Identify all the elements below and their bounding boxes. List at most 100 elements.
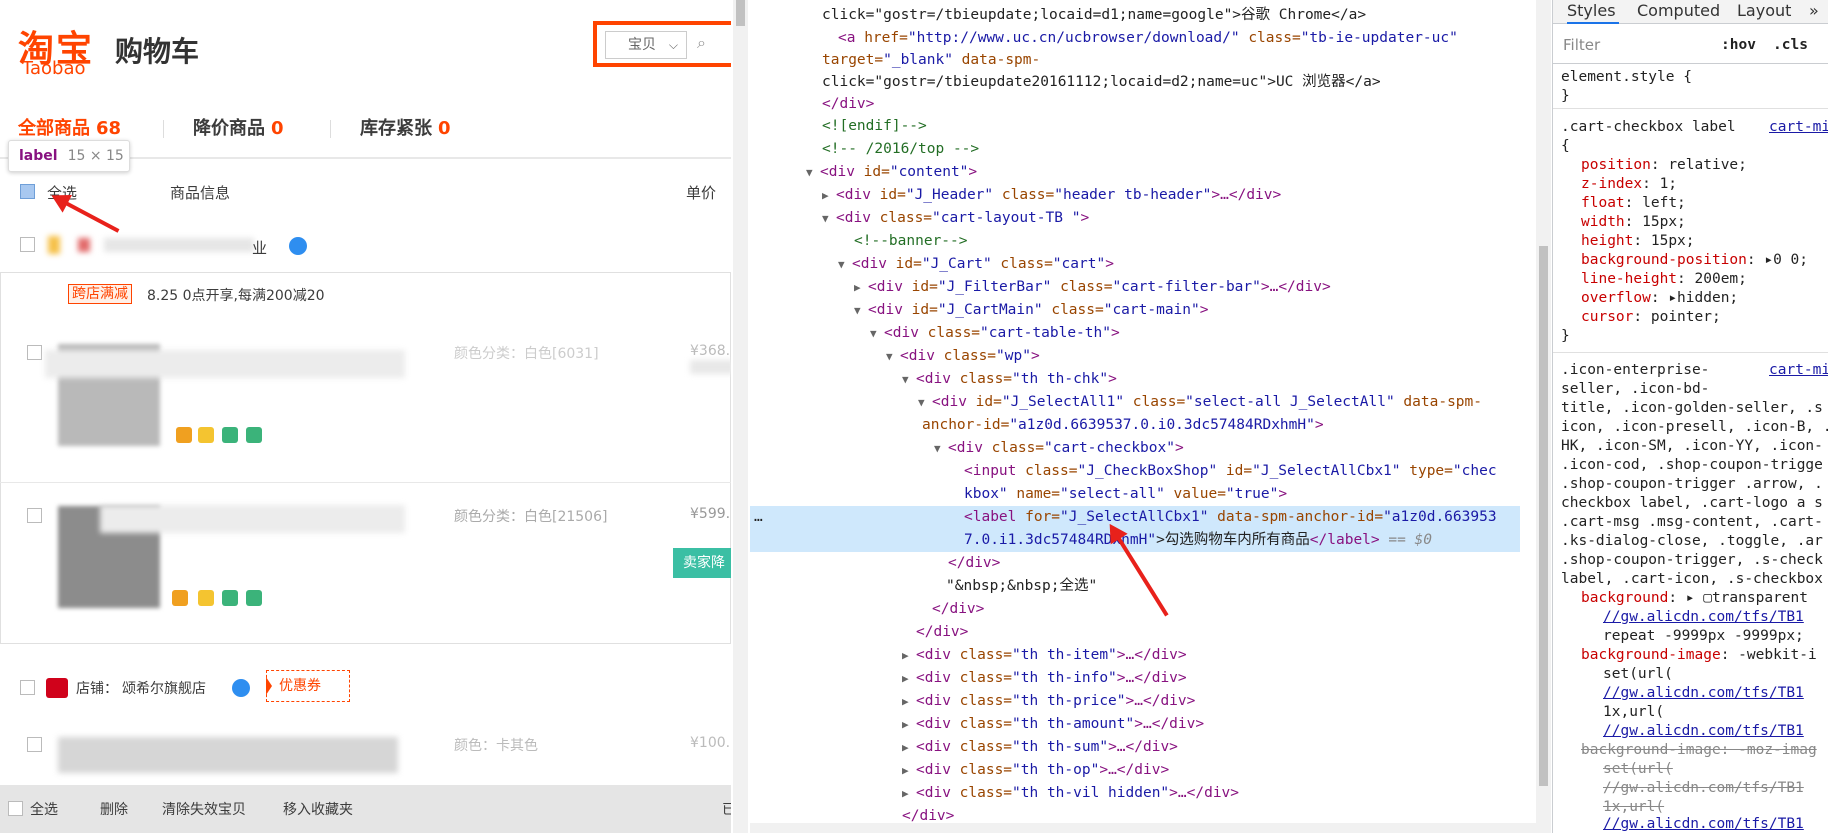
dom-line[interactable]: ▶ <div class="th th-vil hidden">…</div> [750,782,1520,805]
style-prop-background[interactable]: background: ▸ ▢transparent [1581,589,1808,608]
rule-selector-line[interactable]: .ks-dialog-close, .toggle, .ar [1561,532,1823,551]
select-all-checkbox[interactable] [20,184,35,199]
style-prop-overridden[interactable]: background-image: -moz-imag [1581,741,1817,760]
rule-selector-line[interactable]: checkbox label, .cart-logo a s [1561,494,1823,513]
dom-line[interactable]: ▶ <div class="th th-info">…</div> [750,667,1520,690]
rule-selector-line[interactable]: HK, .icon-SM, .icon-YY, .icon- [1561,437,1823,456]
item-checkbox[interactable] [27,737,42,752]
item-title-blurred[interactable] [100,505,405,533]
expand-triangle-icon[interactable]: ▶ [902,713,916,736]
dom-line[interactable]: ▶ <div class="th th-item">…</div> [750,644,1520,667]
move-to-favorites-button[interactable]: 移入收藏夹 [283,799,353,819]
page-scrollbar[interactable] [733,0,748,833]
dom-line[interactable]: ▼ <div id="J_SelectAll1" class="select-al… [750,391,1520,414]
rule-selector-line[interactable]: icon, .icon-presell, .icon-B, . [1561,418,1828,437]
page-scrollbar-thumb[interactable] [736,0,745,26]
collapse-triangle-icon[interactable]: ▼ [902,368,916,391]
collapse-triangle-icon[interactable]: ▼ [934,437,948,460]
expand-triangle-icon[interactable]: ▶ [902,759,916,782]
rule-selector-line[interactable]: .cart-msg .msg-content, .cart- [1561,513,1823,532]
style-prop-z-index[interactable]: z-index: 1; [1581,175,1677,194]
style-prop-float[interactable]: float: left; [1581,194,1686,213]
tab-layout[interactable]: Layout [1737,0,1791,24]
tab-computed[interactable]: Computed [1637,0,1720,24]
search-type-select[interactable]: 宝贝 ⌵ [605,31,687,59]
item-title-blurred[interactable] [58,737,398,773]
item-checkbox[interactable] [27,345,42,360]
ellipsis-icon[interactable]: … [750,506,780,529]
class-toggle[interactable]: .cls [1773,36,1808,55]
dom-line[interactable]: ▶ <div class="th th-op">…</div> [750,759,1520,782]
collapse-triangle-icon[interactable]: ▼ [918,391,932,414]
dom-line[interactable]: <a href="http://www.uc.cn/ucbrowser/down… [750,27,1520,50]
rule-selector-line[interactable]: .icon-cod, .shop-coupon-trigge [1561,456,1823,475]
style-prop-position[interactable]: position: relative; [1581,156,1747,175]
style-prop-background-position[interactable]: background-position: ▸0 0; [1581,251,1808,270]
style-prop-overflow[interactable]: overflow: ▸hidden; [1581,289,1738,308]
dom-line[interactable]: <input class="J_CheckBoxShop" id="J_Sele… [750,460,1520,483]
style-prop-background-image[interactable]: background-image: -webkit-i [1581,646,1817,665]
dom-line[interactable]: target="_blank" data-spm- [750,49,1520,72]
expand-triangle-icon[interactable]: ▶ [902,782,916,805]
dom-line[interactable]: </div> [750,621,1520,644]
expand-triangle-icon[interactable]: ▶ [902,690,916,713]
dom-line[interactable]: ▼ <div id="J_CartMain" class="cart-main"> [750,299,1520,322]
expand-triangle-icon[interactable]: ▶ [822,184,836,207]
collapse-triangle-icon[interactable]: ▼ [822,207,836,230]
delete-button[interactable]: 删除 [100,799,128,819]
hover-state-toggle[interactable]: :hov [1721,36,1756,55]
chat-icon[interactable] [289,237,307,255]
footer-select-all[interactable]: 全选 [30,799,58,819]
rule-source-link[interactable]: cart-mi [1769,361,1828,380]
search-icon[interactable]: ⌕ [697,33,706,53]
shop-checkbox[interactable] [20,237,35,252]
dom-line[interactable]: ▶ <div class="th th-amount">…</div> [750,713,1520,736]
rule-selector-line[interactable]: label, .cart-icon, .s-checkbox [1561,570,1823,589]
url-link[interactable]: //gw.alicdn.com/tfs/TB1 [1603,608,1804,627]
url-link[interactable]: //gw.alicdn.com/tfs/TB1 [1603,722,1804,741]
dom-line[interactable]: ▼ <div class="th th-chk"> [750,368,1520,391]
rule-source-link[interactable]: cart-mi [1769,118,1828,137]
dom-line[interactable]: ▶ <div class="th th-price">…</div> [750,690,1520,713]
rule-selector[interactable]: .cart-checkbox label [1561,118,1736,137]
dom-line[interactable]: click="gostr=/tbieupdate;locaid=d1;name=… [750,4,1520,27]
dom-line[interactable]: ▶ <div class="th th-sum">…</div> [750,736,1520,759]
collapse-triangle-icon[interactable]: ▼ [886,345,900,368]
item-title-blurred[interactable] [45,350,405,378]
more-tabs-icon[interactable]: » [1809,0,1819,24]
filter-input[interactable]: Filter [1563,36,1600,55]
dom-line-selected[interactable]: 7.0.i1.3dc57484RDxhmH">勾选购物车内所有商品</label… [750,529,1520,552]
footer-select-all-checkbox[interactable] [8,801,23,816]
elements-hscrollbar[interactable] [750,823,1536,833]
url-link[interactable]: //gw.alicdn.com/tfs/TB1 [1603,779,1804,798]
coupon-button[interactable]: 优惠券 [266,670,350,702]
elements-scrollbar-thumb[interactable] [1539,246,1548,786]
tab-price-drop[interactable]: 降价商品 0 [193,115,284,159]
dom-line-selected[interactable]: <label for="J_SelectAllCbx1" data-spm-an… [750,506,1520,529]
dom-line[interactable]: "&nbsp;&nbsp;全选" [750,575,1520,598]
dom-line[interactable]: kbox" name="select-all" value="true"> [750,483,1520,506]
style-prop-height[interactable]: height: 15px; [1581,232,1695,251]
dom-line[interactable]: ▼ <div class="cart-table-th"> [750,322,1520,345]
expand-triangle-icon[interactable]: ▶ [902,667,916,690]
shop-checkbox[interactable] [20,680,35,695]
shop-name[interactable]: 颂希尔旗舰店 [122,678,206,698]
dom-line[interactable]: ▶ <div id="J_Header" class="header tb-hea… [750,184,1520,207]
seller-discount-button[interactable]: 卖家降 [673,548,731,578]
elements-scrollbar[interactable] [1536,0,1551,833]
chat-icon[interactable] [232,679,250,697]
rule-selector-line[interactable]: .shop-coupon-trigger .arrow, . [1561,475,1823,494]
rule-selector-line[interactable]: seller, .icon-bd- [1561,380,1709,399]
clear-invalid-button[interactable]: 清除失效宝贝 [162,799,246,819]
item-checkbox[interactable] [27,508,42,523]
dom-line[interactable]: </div> [750,598,1520,621]
dom-line[interactable]: ▼ <div id="content"> [750,161,1520,184]
expand-triangle-icon[interactable]: ▶ [902,736,916,759]
dom-line[interactable]: ▼ <div class="cart-layout-TB "> [750,207,1520,230]
style-prop-width[interactable]: width: 15px; [1581,213,1686,232]
collapse-triangle-icon[interactable]: ▼ [854,299,868,322]
collapse-triangle-icon[interactable]: ▼ [806,161,820,184]
expand-triangle-icon[interactable]: ▶ [854,276,868,299]
collapse-triangle-icon[interactable]: ▼ [838,253,852,276]
dom-line[interactable]: </div> [750,93,1520,116]
